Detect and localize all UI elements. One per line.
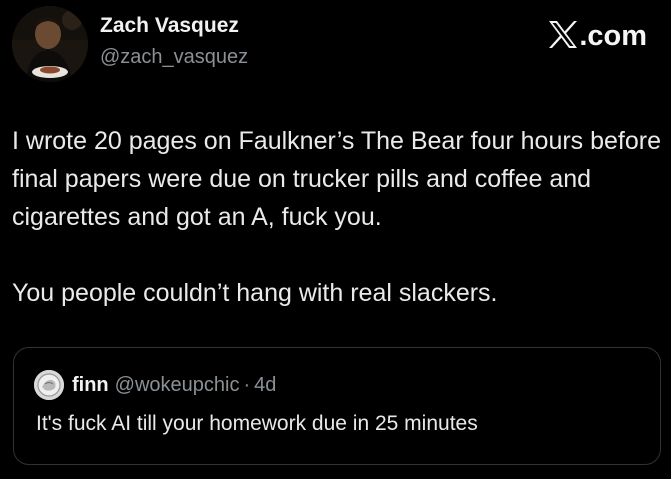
profile-photo xyxy=(12,6,88,82)
x-logo-icon xyxy=(549,21,578,48)
quoted-tweet-header: finn @wokeupchic · 4d xyxy=(34,370,276,400)
author-handle[interactable]: @zach_vasquez xyxy=(100,46,248,69)
tweet-card: Zach Vasquez @zach_vasquez .com I wrote … xyxy=(0,0,671,479)
tweet-header: Zach Vasquez @zach_vasquez .com xyxy=(12,6,651,82)
quoted-author-handle[interactable]: @wokeupchic xyxy=(115,374,240,397)
quoted-author-avatar[interactable] xyxy=(34,370,64,400)
author-display-name[interactable]: Zach Vasquez xyxy=(100,14,239,38)
tweet-paragraph: I wrote 20 pages on Faulkner’s The Bear … xyxy=(12,127,661,231)
meta-separator: · xyxy=(243,373,251,396)
quoted-profile-photo xyxy=(34,370,64,400)
author-avatar[interactable] xyxy=(12,6,88,82)
tweet-body: I wrote 20 pages on Faulkner’s The Bear … xyxy=(12,122,662,312)
quoted-tweet[interactable]: finn @wokeupchic · 4d It's fuck AI till … xyxy=(13,347,661,465)
brand-watermark: .com xyxy=(548,16,647,53)
tweet-paragraph: You people couldn’t hang with real slack… xyxy=(12,279,498,307)
brand-label: .com xyxy=(579,20,647,52)
quoted-author-name[interactable]: finn xyxy=(72,374,109,397)
quoted-tweet-timestamp[interactable]: 4d xyxy=(254,374,276,397)
quoted-tweet-text: It's fuck AI till your homework due in 2… xyxy=(36,412,478,435)
